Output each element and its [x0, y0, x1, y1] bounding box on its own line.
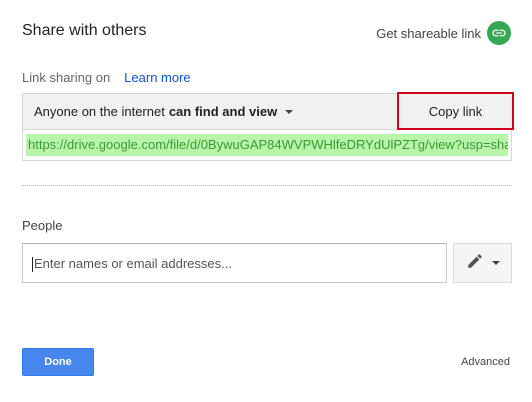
people-input[interactable]: Enter names or email addresses...	[22, 243, 447, 283]
dialog-title: Share with others	[22, 22, 147, 39]
link-sharing-status: Link sharing on	[22, 70, 111, 85]
link-icon[interactable]	[487, 21, 511, 45]
link-sharing-row: Link sharing on Learn more	[22, 70, 191, 85]
copy-link-button[interactable]: Copy link	[397, 92, 514, 130]
section-divider	[22, 185, 512, 186]
pencil-icon	[466, 252, 484, 275]
people-label: People	[22, 218, 63, 233]
permission-dropdown-button[interactable]	[453, 243, 512, 283]
people-input-placeholder: Enter names or email addresses...	[34, 256, 232, 271]
advanced-link[interactable]: Advanced	[461, 356, 510, 368]
learn-more-link[interactable]: Learn more	[124, 70, 190, 85]
share-url-field[interactable]: https://drive.google.com/file/d/0BywuGAP…	[26, 134, 508, 156]
chevron-down-icon	[285, 109, 294, 114]
get-shareable-link-label: Get shareable link	[376, 25, 481, 41]
chevron-down-icon	[491, 261, 500, 265]
get-shareable-link-button[interactable]: Get shareable link	[376, 21, 511, 45]
text-cursor	[32, 257, 33, 273]
link-sharing-box: Anyone on the internet can find and view…	[22, 92, 514, 161]
access-level-prefix: Anyone on the internet	[34, 104, 165, 119]
done-button[interactable]: Done	[22, 348, 94, 376]
access-level-value: can find and view	[168, 104, 278, 119]
access-level-dropdown[interactable]: Anyone on the internet can find and view	[34, 104, 294, 119]
share-dialog: Share with others Get shareable link Lin…	[0, 0, 532, 402]
